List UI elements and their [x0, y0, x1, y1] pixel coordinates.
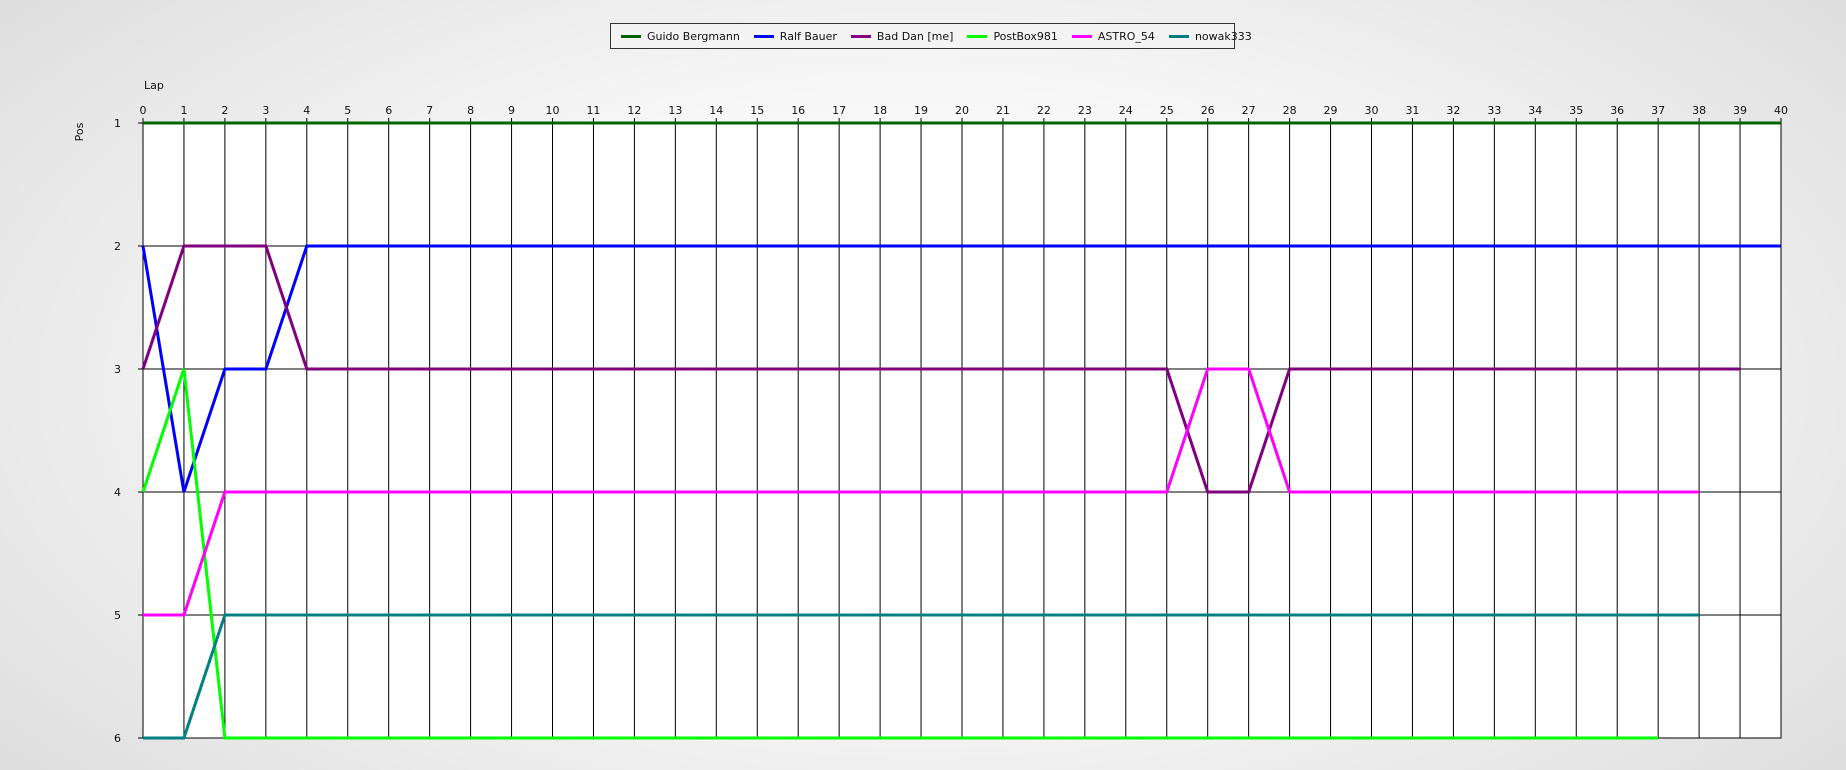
x-tick-label: 21: [996, 104, 1010, 117]
x-tick-label: 38: [1692, 104, 1706, 117]
x-tick-label: 0: [140, 104, 147, 117]
x-tick-label: 20: [955, 104, 969, 117]
x-tick-label: 2: [221, 104, 228, 117]
y-tick-label: 4: [114, 486, 121, 499]
x-tick-label: 8: [467, 104, 474, 117]
x-tick-label: 1: [180, 104, 187, 117]
x-tick-label: 17: [832, 104, 846, 117]
x-tick-label: 36: [1610, 104, 1624, 117]
x-tick-label: 35: [1569, 104, 1583, 117]
x-tick-label: 7: [426, 104, 433, 117]
x-tick-label: 15: [750, 104, 764, 117]
y-tick-label: 3: [114, 363, 121, 376]
x-tick-label: 12: [627, 104, 641, 117]
x-tick-label: 19: [914, 104, 928, 117]
x-tick-label: 13: [668, 104, 682, 117]
x-tick-label: 10: [546, 104, 560, 117]
x-tick-label: 32: [1446, 104, 1460, 117]
x-tick-label: 39: [1733, 104, 1747, 117]
x-tick-label: 16: [791, 104, 805, 117]
x-tick-label: 22: [1037, 104, 1051, 117]
x-tick-label: 25: [1160, 104, 1174, 117]
x-tick-label: 24: [1119, 104, 1133, 117]
x-tick-label: 33: [1487, 104, 1501, 117]
x-tick-label: 23: [1078, 104, 1092, 117]
x-tick-label: 30: [1365, 104, 1379, 117]
y-tick-label: 1: [114, 117, 121, 130]
x-tick-label: 18: [873, 104, 887, 117]
x-tick-label: 9: [508, 104, 515, 117]
x-tick-label: 31: [1405, 104, 1419, 117]
y-tick-label: 5: [114, 609, 121, 622]
position-chart: Guido Bergmann Ralf Bauer Bad Dan [me] Post…: [0, 0, 1846, 770]
x-tick-label: 3: [262, 104, 269, 117]
y-axis-label: Pos: [73, 122, 86, 141]
x-tick-label: 40: [1774, 104, 1788, 117]
x-tick-label: 26: [1201, 104, 1215, 117]
x-tick-label: 28: [1283, 104, 1297, 117]
x-tick-label: 34: [1528, 104, 1542, 117]
x-tick-label: 5: [344, 104, 351, 117]
x-tick-label: 27: [1242, 104, 1256, 117]
x-tick-label: 4: [303, 104, 310, 117]
y-tick-label: 2: [114, 240, 121, 253]
x-tick-label: 29: [1324, 104, 1338, 117]
x-tick-label: 6: [385, 104, 392, 117]
x-tick-label: 37: [1651, 104, 1665, 117]
chart-plot: 0 1 2 3 4 5 6 7 8 9 10 11 12 13 14 15 16 17 18 19 20 21 22 23 24…: [73, 79, 1788, 745]
x-axis-label: Lap: [144, 79, 164, 92]
x-tick-label: 14: [709, 104, 723, 117]
x-tick-label: 11: [586, 104, 600, 117]
y-tick-label: 6: [114, 732, 121, 745]
